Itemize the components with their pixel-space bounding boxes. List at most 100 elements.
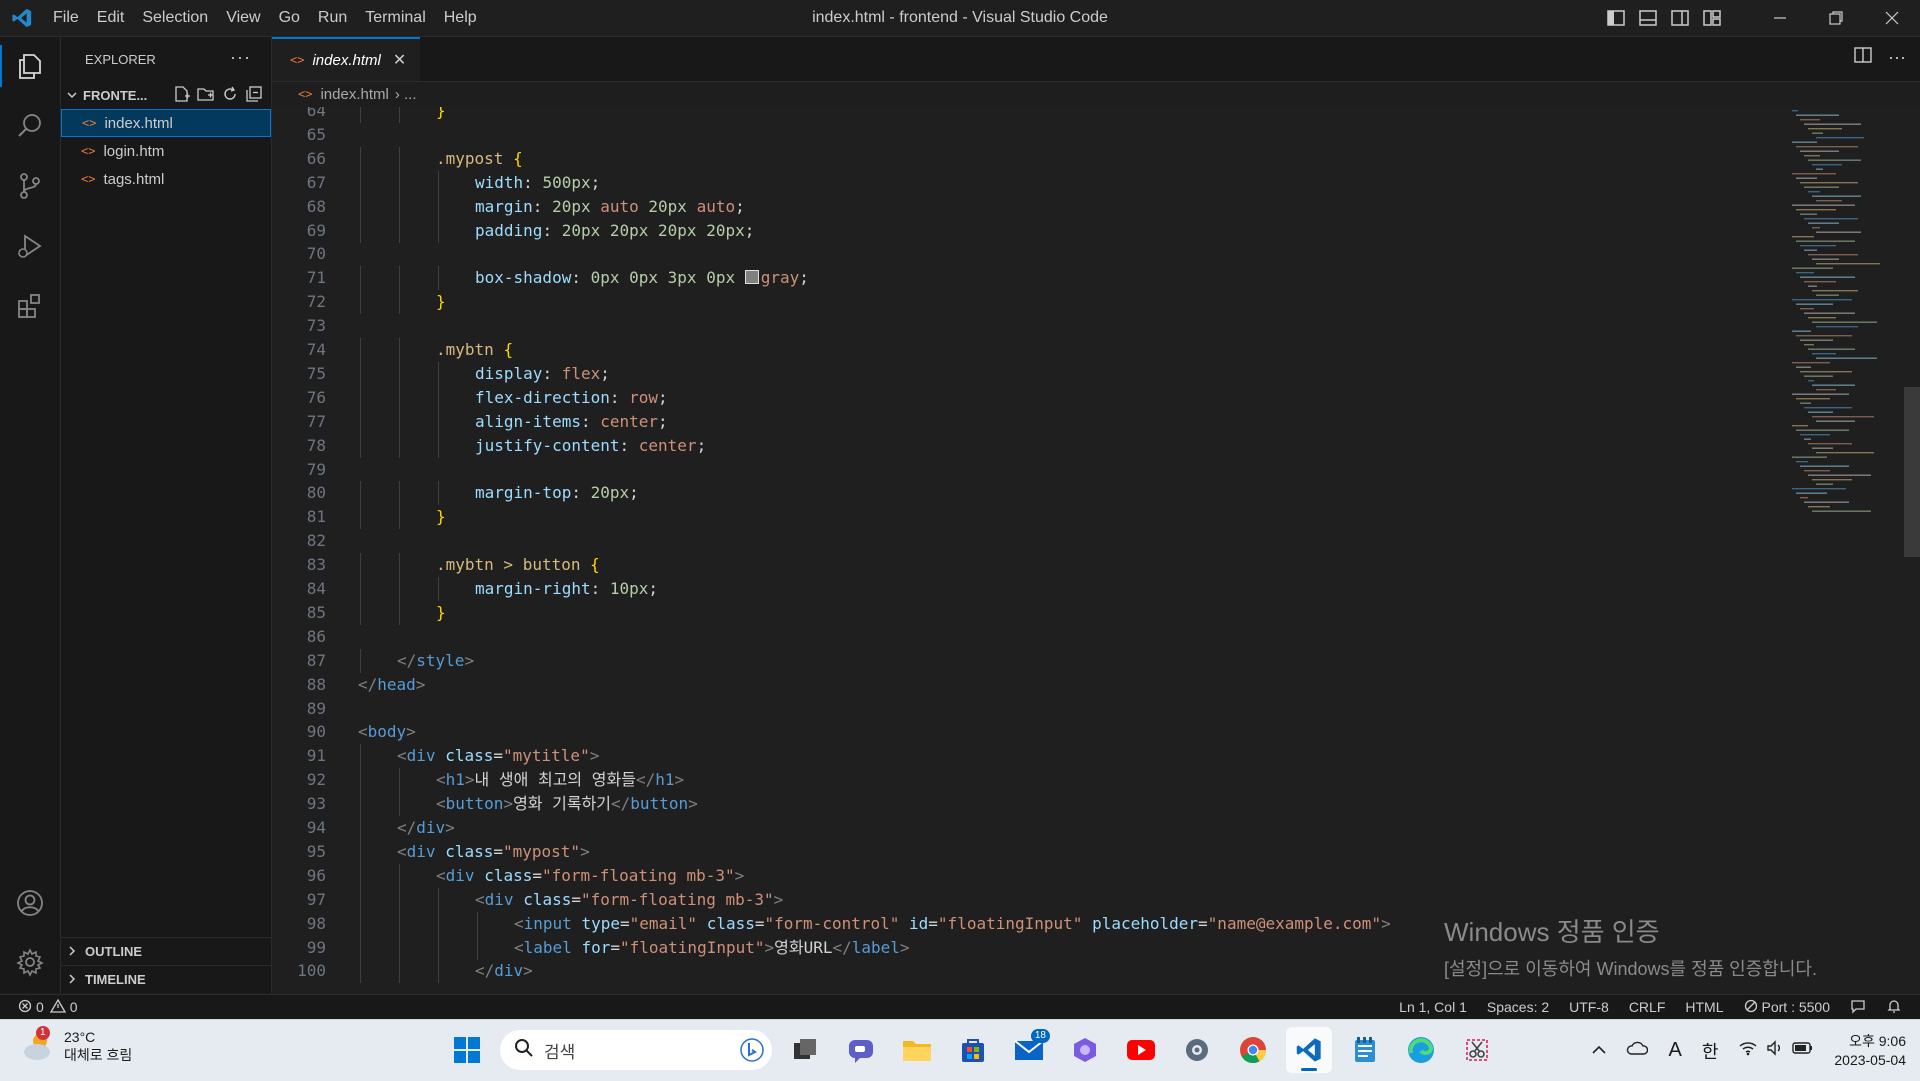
refresh-icon[interactable]: [221, 85, 239, 106]
settings-gear-icon[interactable]: [0, 933, 60, 991]
menu-selection[interactable]: Selection: [133, 0, 217, 36]
code-text: margin-right: 10px;: [475, 577, 658, 601]
collapse-all-icon[interactable]: [245, 85, 263, 106]
system-clock[interactable]: 오후 9:06 2023-05-04: [1834, 1032, 1906, 1070]
notepad-icon[interactable]: [1342, 1027, 1388, 1073]
microsoft-store-icon[interactable]: [950, 1027, 996, 1073]
edge-icon[interactable]: [1398, 1027, 1444, 1073]
indent-guide: [360, 361, 361, 386]
file-item[interactable]: <> login.htm: [61, 137, 271, 165]
live-server-port[interactable]: Port : 5500: [1744, 999, 1830, 1016]
show-hidden-icons-chevron-icon[interactable]: [1592, 1042, 1607, 1060]
menu-run[interactable]: Run: [309, 0, 356, 36]
breadcrumb-rest[interactable]: › ...: [395, 86, 417, 103]
restore-icon[interactable]: [1808, 0, 1864, 36]
menu-view[interactable]: View: [217, 0, 269, 36]
end-of-line[interactable]: CRLF: [1629, 999, 1666, 1015]
notifications-bell-icon[interactable]: [1886, 998, 1902, 1017]
minimap-line: [1816, 263, 1880, 265]
warning-count: 0: [69, 999, 78, 1015]
explorer-sidebar: EXPLORER ··· FRONTE... <> index.html <> log…: [61, 37, 272, 993]
code-editor[interactable]: 64} 65 66 .mypost {67 width: 500px; 68 margin:…: [272, 107, 1904, 993]
tab-close-icon[interactable]: ✕: [393, 50, 406, 70]
network-speaker-battery[interactable]: [1738, 1040, 1814, 1061]
minimap-line: [1796, 366, 1811, 368]
feedback-icon[interactable]: [1850, 998, 1866, 1017]
chrome-icon[interactable]: [1230, 1027, 1276, 1073]
minimap-line: [1800, 182, 1858, 184]
taskbar-search-box[interactable]: 검색: [500, 1030, 772, 1070]
file-item[interactable]: <> index.html: [61, 109, 271, 137]
new-folder-icon[interactable]: [197, 85, 215, 106]
onedrive-cloud-icon[interactable]: [1626, 1041, 1649, 1060]
language-mode[interactable]: HTML: [1685, 999, 1723, 1015]
new-file-icon[interactable]: [173, 85, 191, 106]
snipping-tool-icon[interactable]: [1454, 1027, 1500, 1073]
extensions-icon[interactable]: [0, 277, 60, 335]
run-debug-icon[interactable]: [0, 217, 60, 275]
vscode-taskbar-icon[interactable]: [1286, 1027, 1332, 1073]
code-token: :: [590, 579, 610, 598]
indent-guide: [438, 266, 439, 291]
breadcrumb-file[interactable]: index.html: [320, 86, 388, 103]
cursor-position[interactable]: Ln 1, Col 1: [1399, 999, 1467, 1015]
menu-edit[interactable]: Edit: [88, 0, 134, 36]
line-number: 83: [306, 555, 326, 575]
menu-terminal[interactable]: Terminal: [356, 0, 434, 36]
source-control-icon[interactable]: [0, 157, 60, 215]
editor-scrollbar[interactable]: [1904, 107, 1920, 993]
toggle-secondary-sidebar-icon[interactable]: [1664, 0, 1696, 36]
close-icon[interactable]: [1864, 0, 1920, 36]
code-token: row: [629, 387, 659, 407]
code-line: 87 </style>: [272, 648, 1872, 673]
toggle-panel-icon[interactable]: [1632, 0, 1664, 36]
code-token: ;: [658, 387, 668, 407]
copilot-app-icon[interactable]: [1062, 1027, 1108, 1073]
mail-icon[interactable]: 18: [1006, 1027, 1052, 1073]
minimize-icon[interactable]: [1752, 0, 1808, 36]
customize-layout-icon[interactable]: [1696, 0, 1728, 36]
minimap-line: [1800, 402, 1811, 404]
ime-language-indicator[interactable]: 한: [1702, 1038, 1719, 1064]
search-icon[interactable]: [0, 97, 60, 155]
editor-more-actions-icon[interactable]: ···: [1888, 47, 1906, 68]
explorer-icon[interactable]: [0, 37, 60, 95]
scrollbar-thumb[interactable]: [1904, 387, 1920, 557]
code-token: class: [523, 889, 572, 909]
code-text: </head>: [358, 673, 425, 697]
minimap-line: [1812, 227, 1820, 229]
file-explorer-icon[interactable]: [894, 1027, 940, 1073]
file-label: tags.html: [103, 170, 165, 188]
line-number: 96: [306, 865, 326, 885]
start-button-icon[interactable]: [444, 1027, 490, 1073]
clock-time: 오후 9:06: [1849, 1032, 1906, 1049]
timeline-section[interactable]: TIMELINE: [61, 965, 271, 993]
indent-guide: [360, 648, 361, 673]
folder-frontend[interactable]: FRONTE...: [61, 81, 271, 109]
code-line: 83 .mybtn > button {: [272, 553, 1872, 578]
youtube-icon[interactable]: [1118, 1027, 1164, 1073]
tab-index-html[interactable]: <> index.html ✕: [272, 37, 420, 81]
code-line: 95 <div class="mypost">: [272, 839, 1872, 864]
toggle-primary-sidebar-icon[interactable]: [1600, 0, 1632, 36]
menu-file[interactable]: File: [44, 0, 88, 36]
outline-section[interactable]: OUTLINE: [61, 937, 271, 965]
encoding[interactable]: UTF-8: [1569, 999, 1609, 1015]
problems-indicator[interactable]: 0 0: [18, 995, 78, 1019]
teams-chat-icon[interactable]: [838, 1027, 884, 1073]
indentation[interactable]: Spaces: 2: [1487, 999, 1549, 1015]
menu-help[interactable]: Help: [435, 0, 486, 36]
split-editor-icon[interactable]: [1854, 47, 1872, 68]
color-swatch[interactable]: [744, 270, 759, 285]
settings-app-icon[interactable]: [1174, 1027, 1220, 1073]
ime-mode-indicator[interactable]: A: [1668, 1039, 1681, 1062]
more-actions-icon[interactable]: ···: [230, 47, 251, 68]
code-token: 500px: [542, 172, 591, 192]
minimap[interactable]: [1788, 107, 1904, 527]
accounts-icon[interactable]: [0, 874, 60, 932]
weather-widget[interactable]: 1 23°C 대체로 흐림: [20, 1026, 132, 1064]
file-item[interactable]: <> tags.html: [61, 165, 271, 193]
menu-go[interactable]: Go: [270, 0, 309, 36]
task-view-icon[interactable]: [782, 1027, 828, 1073]
